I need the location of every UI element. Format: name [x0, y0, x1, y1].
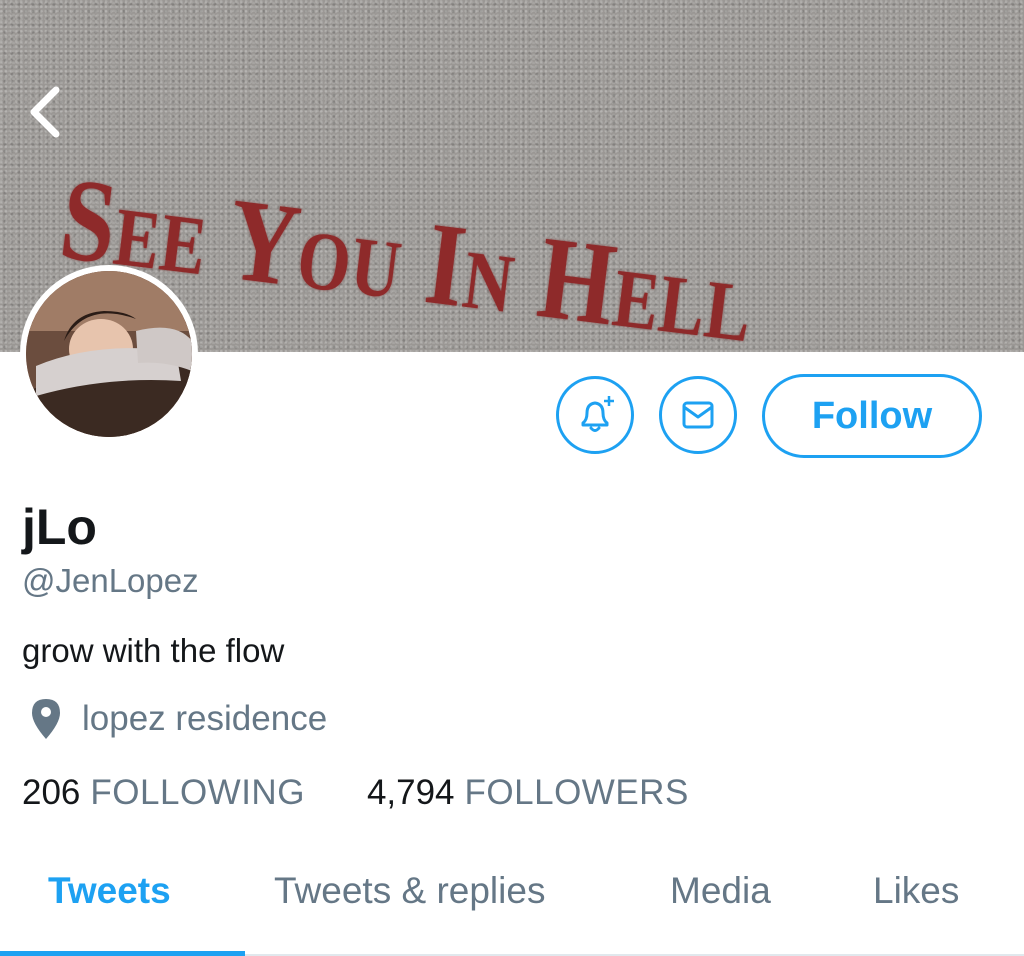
user-handle: @JenLopez — [22, 562, 199, 599]
followers-stat[interactable]: 4,794 FOLLOWERS — [367, 773, 689, 813]
follow-button[interactable]: Follow — [762, 374, 982, 458]
map-pin-icon — [28, 697, 64, 741]
user-bio: grow with the flow — [22, 632, 285, 669]
avatar[interactable] — [20, 265, 198, 443]
avatar-photo — [26, 271, 192, 437]
bell-plus-icon — [573, 393, 617, 437]
message-button[interactable] — [659, 376, 737, 454]
back-button[interactable] — [22, 82, 70, 142]
profile-stats: 206 FOLLOWING 4,794 FOLLOWERS — [22, 771, 689, 815]
location-text: lopez residence — [82, 699, 328, 738]
notifications-button[interactable] — [556, 376, 634, 454]
followers-count: 4,794 — [366, 773, 455, 812]
display-name: jLo — [22, 499, 97, 555]
following-label: FOLLOWING — [90, 773, 305, 812]
user-location: lopez residence — [22, 697, 327, 741]
active-tab-indicator — [0, 951, 245, 956]
following-count: 206 — [22, 773, 81, 812]
chevron-left-icon — [22, 82, 70, 142]
following-stat[interactable]: 206 FOLLOWING — [22, 773, 305, 813]
tab-likes[interactable]: Likes — [873, 870, 959, 912]
followers-label: FOLLOWERS — [464, 773, 689, 812]
tab-tweets-and-replies[interactable]: Tweets & replies — [274, 870, 545, 912]
profile-tabs: Tweets Tweets & replies Media Likes — [0, 840, 1024, 956]
envelope-icon — [676, 393, 720, 437]
tab-media[interactable]: Media — [670, 870, 771, 912]
tab-tweets[interactable]: Tweets — [48, 870, 171, 912]
